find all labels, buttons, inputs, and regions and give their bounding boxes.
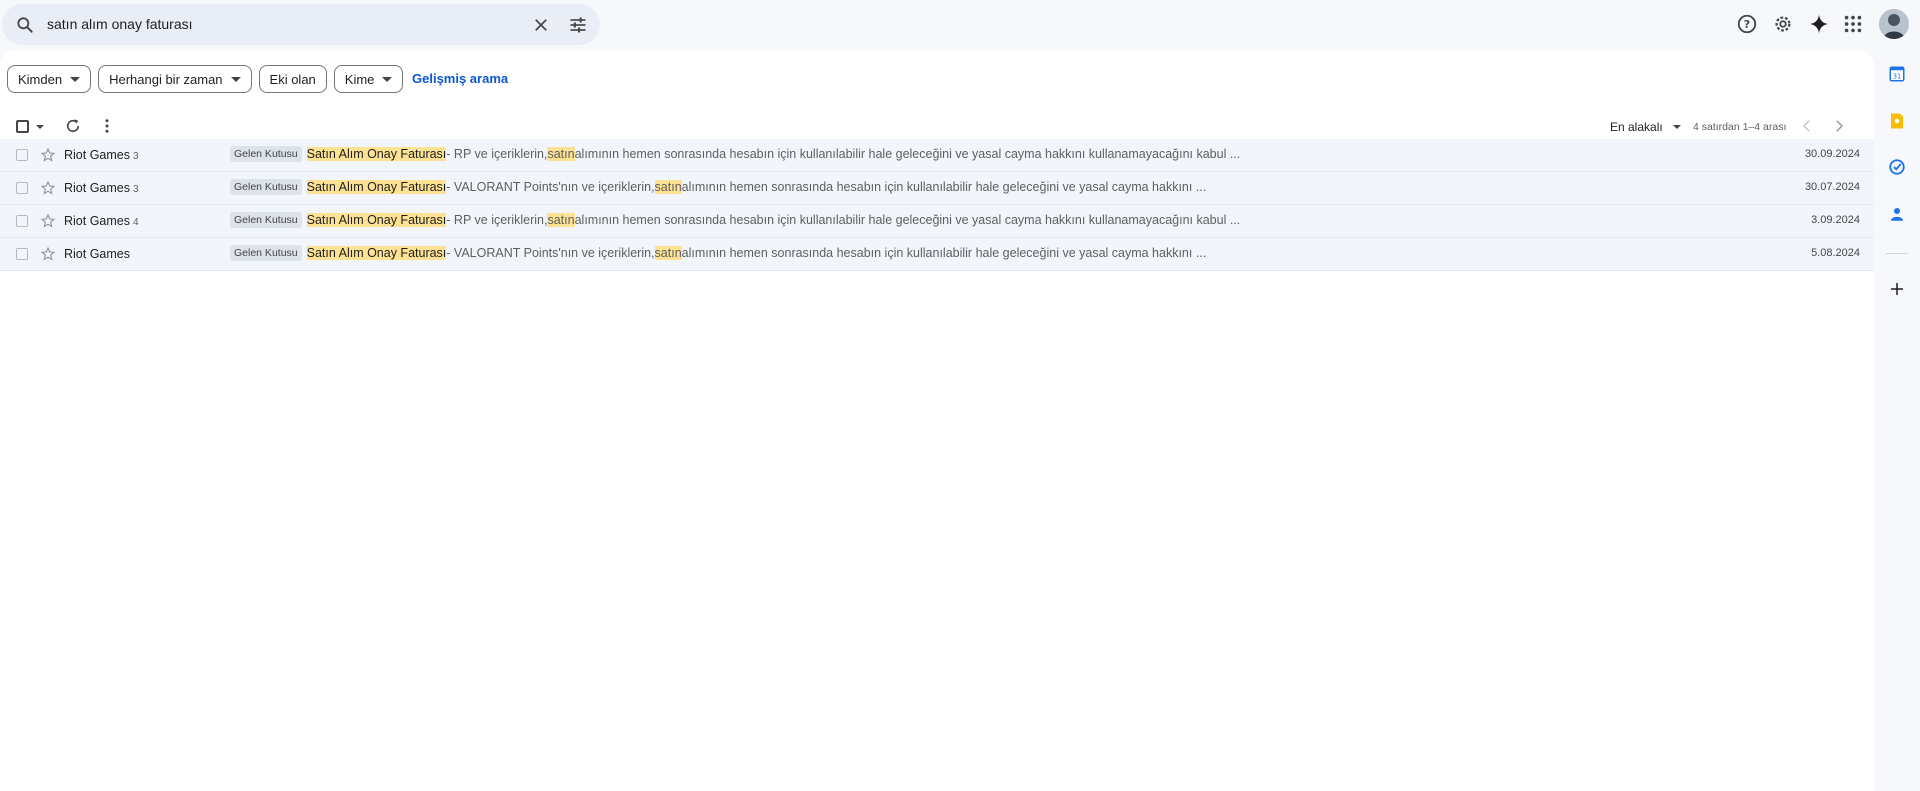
email-subject: Satın Alım Onay Faturası (306, 180, 447, 194)
chevron-down-icon (382, 76, 393, 82)
email-sender: Riot Games 4 (64, 214, 139, 228)
search-bar[interactable]: satın alım onay faturası (2, 4, 600, 45)
email-row[interactable]: Riot Games Gelen Kutusu Satın Alım Onay … (0, 238, 1874, 271)
snippet-end: alımının hemen sonrasında hesabın için k… (681, 180, 1207, 194)
snippet-start: - RP ve içeriklerin, (446, 147, 548, 161)
email-subject: Satın Alım Onay Faturası (306, 246, 447, 260)
side-panel: 31 (1874, 50, 1920, 791)
snippet-end: alımının hemen sonrasında hesabın için k… (574, 213, 1241, 227)
sort-dropdown[interactable]: En alakalı (1610, 120, 1663, 134)
snippet-highlight: satın (547, 213, 575, 227)
row-checkbox[interactable] (16, 215, 28, 227)
chevron-left-icon[interactable] (1798, 117, 1816, 135)
svg-text:?: ? (1744, 18, 1750, 31)
filter-chip-time[interactable]: Herhangi bir zaman (98, 65, 252, 93)
snippet-highlight: satın (547, 147, 575, 161)
chip-label: Kime (344, 71, 375, 87)
star-icon[interactable] (40, 246, 56, 262)
apps-grid-icon[interactable] (1842, 13, 1864, 35)
star-icon[interactable] (40, 213, 56, 229)
thread-count: 3 (133, 151, 139, 162)
sender-name: Riot Games (64, 181, 130, 195)
email-date: 30.09.2024 (1804, 148, 1860, 160)
email-row[interactable]: Riot Games 4 Gelen Kutusu Satın Alım Onay… (0, 205, 1874, 238)
help-icon[interactable]: ? (1736, 13, 1758, 35)
chip-label: Herhangi bir zaman (109, 71, 223, 87)
email-row[interactable]: Riot Games 3 Gelen Kutusu Satın Alım Onay… (0, 139, 1874, 172)
sender-name: Riot Games (64, 247, 130, 261)
star-icon[interactable] (40, 180, 56, 196)
sender-name: Riot Games (64, 148, 130, 162)
more-vert-icon[interactable] (98, 117, 116, 135)
sender-name: Riot Games (64, 214, 130, 228)
inbox-label[interactable]: Gelen Kutusu (230, 146, 302, 162)
email-content: Gelen Kutusu Satın Alım Onay Faturası - … (230, 245, 1206, 261)
inbox-label[interactable]: Gelen Kutusu (230, 245, 302, 261)
filter-chip-has-attachment[interactable]: Eki olan (258, 65, 327, 93)
snippet-end: alımının hemen sonrasında hesabın için k… (681, 246, 1207, 260)
gemini-icon[interactable] (1808, 13, 1830, 35)
snippet-highlight: satın (654, 246, 682, 260)
email-subject: Satın Alım Onay Faturası (306, 213, 447, 227)
filter-chip-from[interactable]: Kimden (7, 65, 92, 93)
chevron-down-icon (230, 76, 241, 82)
keep-icon[interactable] (1888, 112, 1906, 130)
email-content: Gelen Kutusu Satın Alım Onay Faturası - … (230, 212, 1240, 228)
row-checkbox[interactable] (16, 248, 28, 260)
snippet-end: alımının hemen sonrasında hesabın için k… (574, 147, 1241, 161)
filter-chip-to[interactable]: Kime (333, 65, 404, 93)
email-date: 30.07.2024 (1804, 181, 1860, 193)
row-checkbox[interactable] (16, 149, 28, 161)
snippet-start: - VALORANT Points'nın ve içeriklerin, (446, 246, 655, 260)
main-content: Kimden Herhangi bir zaman Eki olan Kime … (0, 50, 1874, 791)
search-filter-chips: Kimden Herhangi bir zaman Eki olan Kime (7, 65, 404, 93)
top-bar: satın alım onay faturası ? (0, 0, 1920, 50)
search-input[interactable]: satın alım onay faturası (47, 16, 193, 32)
calendar-icon[interactable]: 31 (1888, 65, 1906, 83)
snippet-start: - VALORANT Points'nın ve içeriklerin, (446, 180, 655, 194)
chip-label: Eki olan (269, 71, 316, 87)
email-content: Gelen Kutusu Satın Alım Onay Faturası - … (230, 179, 1206, 195)
email-row[interactable]: Riot Games 3 Gelen Kutusu Satın Alım Onay… (0, 172, 1874, 205)
thread-count: 3 (133, 184, 139, 195)
contacts-icon[interactable] (1888, 205, 1906, 223)
advanced-search-link[interactable]: Gelişmiş arama (412, 71, 508, 86)
email-content: Gelen Kutusu Satın Alım Onay Faturası - … (230, 146, 1240, 162)
snippet-start: - RP ve içeriklerin, (446, 213, 548, 227)
star-icon[interactable] (40, 147, 56, 163)
inbox-label[interactable]: Gelen Kutusu (230, 179, 302, 195)
email-date: 5.08.2024 (1811, 247, 1860, 259)
sort-chevron-icon[interactable] (1673, 125, 1681, 129)
add-icon[interactable] (1888, 280, 1906, 298)
chip-label: Kimden (18, 71, 63, 87)
thread-count: 4 (133, 217, 139, 228)
email-date: 3.09.2024 (1811, 214, 1860, 226)
side-panel-divider (1886, 253, 1908, 254)
clear-icon[interactable] (532, 16, 550, 34)
email-sender: Riot Games 3 (64, 148, 139, 162)
tasks-icon[interactable] (1888, 158, 1906, 176)
avatar-image (1879, 9, 1909, 39)
settings-icon[interactable] (1772, 13, 1794, 35)
inbox-label[interactable]: Gelen Kutusu (230, 212, 302, 228)
search-icon[interactable] (15, 15, 35, 35)
email-sender: Riot Games 3 (64, 181, 139, 195)
email-list: Riot Games 3 Gelen Kutusu Satın Alım Onay… (0, 139, 1874, 271)
avatar[interactable] (1879, 9, 1909, 39)
refresh-icon[interactable] (64, 117, 82, 135)
row-checkbox[interactable] (16, 182, 28, 194)
svg-text:31: 31 (1893, 73, 1902, 81)
select-all-checkbox[interactable] (16, 120, 29, 133)
chevron-right-icon[interactable] (1830, 117, 1848, 135)
select-menu-chevron-icon[interactable] (36, 125, 44, 129)
email-sender: Riot Games (64, 247, 133, 261)
email-subject: Satın Alım Onay Faturası (306, 147, 447, 161)
chevron-down-icon (70, 76, 81, 82)
pagination-range: 4 satırdan 1–4 arası (1693, 121, 1787, 133)
snippet-highlight: satın (654, 180, 682, 194)
tune-icon[interactable] (568, 15, 588, 35)
